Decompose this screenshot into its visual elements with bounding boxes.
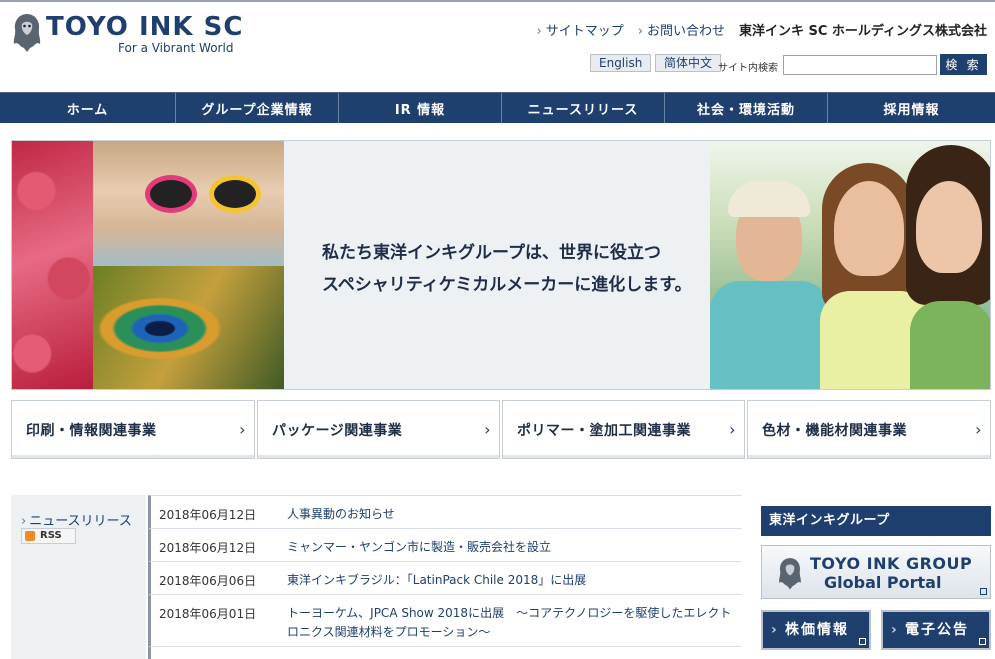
chevron-right-icon: ›	[484, 420, 491, 439]
hero-message: 私たち東洋インキグループは、世界に役立つ スペシャリティケミカルメーカーに進化し…	[322, 237, 692, 301]
category-colorants[interactable]: 色材・機能材関連事業 ›	[747, 400, 991, 459]
site-logo[interactable]: TOYO INK SC For a Vibrant World	[10, 10, 244, 58]
category-label: 色材・機能材関連事業	[762, 422, 907, 439]
news-row: 2018年06月06日 東洋インキブラジル：「LatinPack Chile 2…	[148, 561, 742, 594]
portal-name: TOYO INK GROUP	[810, 554, 973, 573]
electronic-notice-label: 電子公告	[905, 622, 969, 638]
peacock-feather-photo	[93, 266, 284, 389]
external-link-icon	[979, 638, 986, 645]
hero-left-photos	[12, 141, 284, 389]
nav-home[interactable]: ホーム	[0, 93, 175, 123]
nav-recruit[interactable]: 採用情報	[827, 93, 995, 123]
news-date: 2018年06月06日	[159, 574, 257, 588]
chevron-right-icon: ›	[729, 420, 736, 439]
news-title-link[interactable]: トーヨーケム、JPCA Show 2018に出展 ～コアテクノロジーを駆使したエ…	[287, 604, 738, 642]
external-link-icon	[859, 638, 866, 645]
logo-tagline: For a Vibrant World	[118, 41, 234, 55]
electronic-notice-button[interactable]: 電子公告	[881, 610, 991, 650]
hero-message-line2: スペシャリティケミカルメーカーに進化します。	[322, 275, 692, 295]
corporate-name: 東洋インキ SC ホールディングス株式会社	[738, 24, 987, 39]
site-search-input[interactable]	[783, 55, 937, 75]
news-row-partial	[148, 646, 742, 659]
news-row: 2018年06月12日 ミャンマー・ヤンゴン市に製造・販売会社を設立	[148, 528, 742, 561]
category-label: 印刷・情報関連事業	[26, 422, 157, 439]
chevron-right-icon: ›	[239, 420, 246, 439]
news-list: 2018年06月12日 人事異動のお知らせ 2018年06月12日 ミャンマー・…	[148, 495, 742, 659]
news-row: 2018年06月12日 人事異動のお知らせ	[148, 495, 742, 528]
hero-banner: 私たち東洋インキグループは、世界に役立つ スペシャリティケミカルメーカーに進化し…	[11, 140, 991, 390]
news-date: 2018年06月01日	[159, 607, 257, 621]
logo-wordmark: TOYO INK SC	[46, 12, 244, 42]
baby-sunglasses-photo	[93, 141, 284, 266]
utility-links: サイトマップ お問い合わせ 東洋インキ SC ホールディングス株式会社	[537, 20, 987, 39]
nav-news-release[interactable]: ニュースリリース	[501, 93, 664, 123]
category-packaging[interactable]: パッケージ関連事業 ›	[257, 400, 500, 459]
portal-subtitle: Global Portal	[824, 573, 942, 592]
news-date: 2018年06月12日	[159, 508, 257, 522]
lang-chinese-button[interactable]: 简体中文	[655, 54, 722, 72]
news-title-link[interactable]: 東洋インキブラジル：「LatinPack Chile 2018」に出展	[287, 571, 738, 590]
logo-lion-emblem-icon	[13, 14, 41, 52]
contact-link[interactable]: お問い合わせ	[638, 20, 725, 39]
news-release-link[interactable]: ニュースリリース	[21, 510, 132, 529]
young-people-photo	[710, 141, 990, 389]
stock-price-button[interactable]: 株価情報	[761, 610, 871, 650]
lion-emblem-icon	[779, 558, 801, 590]
page: TOYO INK SC For a Vibrant World サイトマップ お…	[0, 0, 995, 659]
category-label: パッケージ関連事業	[272, 422, 403, 439]
news-row: 2018年06月01日 トーヨーケム、JPCA Show 2018に出展 ～コア…	[148, 594, 742, 646]
category-printing[interactable]: 印刷・情報関連事業 ›	[11, 400, 255, 459]
external-link-icon	[980, 588, 987, 595]
news-title-link[interactable]: ミャンマー・ヤンゴン市に製造・販売会社を設立	[287, 538, 738, 557]
stock-price-label: 株価情報	[785, 622, 849, 638]
global-portal-banner[interactable]: TOYO INK GROUP Global Portal	[761, 545, 991, 599]
top-border	[0, 0, 995, 2]
group-heading: 東洋インキグループ	[761, 506, 991, 536]
global-nav: ホーム グループ企業情報 IR 情報 ニュースリリース 社会・環境活動 採用情報	[0, 92, 995, 123]
hero-message-line1: 私たち東洋インキグループは、世界に役立つ	[322, 243, 661, 263]
news-sidebar: ニュースリリース RSS	[11, 495, 146, 659]
category-label: ポリマー・塗加工関連事業	[517, 422, 691, 439]
search-button[interactable]: 検 索	[940, 54, 987, 75]
sitemap-link[interactable]: サイトマップ	[537, 20, 624, 39]
news-title-link[interactable]: 人事異動のお知らせ	[287, 505, 738, 524]
rss-button[interactable]: RSS	[21, 528, 76, 544]
search-label: サイト内検索	[718, 63, 778, 74]
news-date: 2018年06月12日	[159, 541, 257, 555]
category-polymer[interactable]: ポリマー・塗加工関連事業 ›	[502, 400, 745, 459]
chevron-right-icon: ›	[975, 420, 982, 439]
lang-english-button[interactable]: English	[590, 54, 652, 72]
nav-csr[interactable]: 社会・環境活動	[664, 93, 827, 123]
nav-ir[interactable]: IR 情報	[338, 93, 501, 123]
nav-group-companies[interactable]: グループ企業情報	[175, 93, 338, 123]
dragon-fruit-photo	[12, 141, 93, 389]
